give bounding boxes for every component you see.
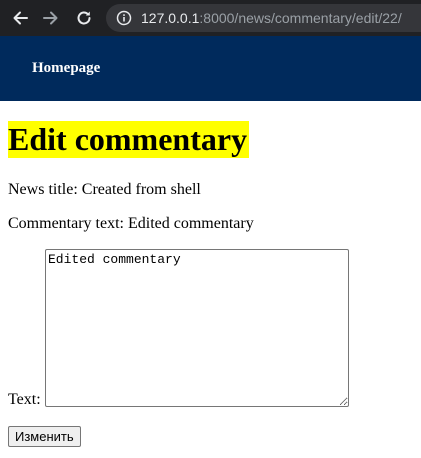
address-bar[interactable]: 127.0.0.1:8000/news/commentary/edit/22/ xyxy=(106,4,421,32)
browser-toolbar: 127.0.0.1:8000/news/commentary/edit/22/ xyxy=(0,0,421,36)
page-title: Edit commentary xyxy=(8,121,250,158)
news-title-line: News title: Created from shell xyxy=(8,181,201,198)
site-header: Homepage xyxy=(0,36,421,101)
url-host: 127.0.0.1 xyxy=(141,10,200,26)
info-icon[interactable] xyxy=(116,10,132,26)
homepage-link[interactable]: Homepage xyxy=(32,60,100,77)
forward-arrow-icon[interactable] xyxy=(40,7,62,29)
reload-icon[interactable] xyxy=(73,7,95,29)
url-path: :8000/news/commentary/edit/22/ xyxy=(199,10,402,26)
commentary-textarea[interactable]: Edited commentary xyxy=(45,249,349,407)
commentary-text-line: Commentary text: Edited commentary xyxy=(8,215,254,232)
submit-button[interactable]: Изменить xyxy=(8,426,81,447)
text-field-label: Text: xyxy=(8,391,41,408)
back-arrow-icon[interactable] xyxy=(9,7,31,29)
